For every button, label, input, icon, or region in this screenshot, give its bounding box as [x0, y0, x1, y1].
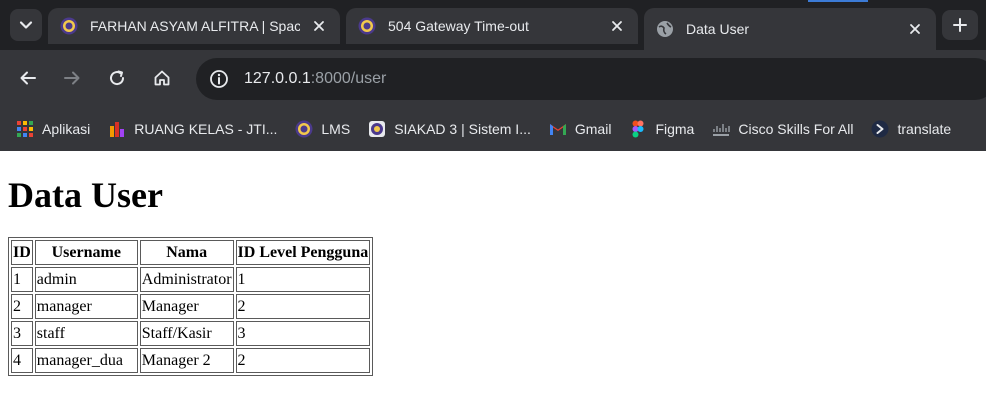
users-table: ID Username Nama ID Level Pengguna 1 adm…	[8, 236, 374, 376]
tab-title: FARHAN ASYAM ALFITRA | Spac	[90, 18, 300, 34]
bookmark-label: Gmail	[574, 120, 612, 137]
url-host: 127.0.0.1	[244, 70, 311, 87]
home-icon	[154, 70, 170, 86]
home-button[interactable]	[146, 62, 178, 94]
tab-strip: FARHAN ASYAM ALFITRA | Spac 504 Gateway …	[0, 0, 986, 50]
header-id-level: ID Level Pengguna	[235, 239, 371, 265]
reload-icon	[110, 70, 125, 86]
plus-icon	[953, 18, 967, 32]
table-row: 4 manager_dua Manager 2 2	[11, 347, 371, 373]
cell-username: manager_dua	[34, 347, 138, 373]
table-row: 1 admin Administrator 1	[11, 266, 371, 292]
university-seal-icon	[358, 17, 376, 35]
bookmark-label: SIAKAD 3 | Sistem I...	[394, 120, 531, 137]
bookmark-gmail[interactable]: Gmail	[549, 120, 612, 138]
bookmark-siakad[interactable]: SIAKAD 3 | Sistem I...	[368, 120, 531, 138]
table-row: 3 staff Staff/Kasir 3	[11, 320, 371, 346]
siakad-icon	[369, 120, 386, 137]
bookmark-label: Figma	[655, 120, 695, 137]
bookmark-label: translate	[897, 120, 952, 137]
cell-level: 2	[235, 347, 371, 373]
cell-nama: Staff/Kasir	[139, 320, 234, 346]
bookmark-label: LMS	[321, 120, 351, 137]
page-title: Data User	[8, 175, 163, 215]
cell-username: admin	[34, 266, 138, 292]
university-seal-icon	[295, 120, 313, 137]
tab-data-user[interactable]: Data User	[644, 8, 936, 50]
tab-title: 504 Gateway Time-out	[388, 18, 529, 34]
cell-nama: Administrator	[139, 266, 234, 292]
url-text[interactable]: 127.0.0.1:8000/user	[244, 70, 386, 88]
header-nama: Nama	[139, 239, 234, 265]
cell-username: staff	[34, 320, 138, 346]
reload-button[interactable]	[101, 62, 133, 94]
address-bar[interactable]: 127.0.0.1:8000/user	[196, 58, 986, 100]
header-id: ID	[11, 239, 33, 265]
tab-title: Data User	[686, 21, 750, 37]
cell-level: 2	[235, 293, 371, 319]
arrow-left-icon	[20, 71, 36, 85]
forward-button[interactable]	[56, 62, 88, 94]
university-seal-icon	[60, 17, 78, 35]
tab-search-button[interactable]	[10, 9, 42, 41]
bookmark-label: Aplikasi	[42, 120, 91, 137]
cell-id: 4	[11, 347, 33, 373]
browser-chrome: FARHAN ASYAM ALFITRA | Spac 504 Gateway …	[0, 0, 986, 151]
cisco-icon	[713, 123, 731, 136]
bookmark-lms[interactable]: LMS	[295, 120, 350, 138]
new-tab-button[interactable]	[942, 10, 978, 40]
bookmark-aplikasi[interactable]: Aplikasi	[16, 120, 90, 138]
bookmark-ruang-kelas[interactable]: RUANG KELAS - JTI...	[108, 120, 277, 138]
cell-nama: Manager 2	[139, 347, 234, 373]
gmail-icon	[549, 123, 566, 135]
cell-level: 3	[235, 320, 371, 346]
tab-504-gateway[interactable]: 504 Gateway Time-out	[346, 8, 638, 44]
ruang-kelas-icon	[110, 121, 125, 137]
site-info-icon[interactable]	[198, 58, 240, 100]
table-row: 2 manager Manager 2	[11, 293, 371, 319]
arrow-right-icon	[64, 71, 80, 85]
cell-id: 2	[11, 293, 33, 319]
back-button[interactable]	[12, 62, 44, 94]
bookmark-label: Cisco Skills For All	[738, 120, 854, 137]
tab-farhan[interactable]: FARHAN ASYAM ALFITRA | Spac	[48, 8, 340, 44]
toolbar: 127.0.0.1:8000/user	[0, 50, 986, 106]
close-icon[interactable]	[906, 20, 924, 38]
cell-id: 1	[11, 266, 33, 292]
translate-icon	[871, 120, 889, 137]
bookmark-figma[interactable]: Figma	[629, 120, 694, 138]
close-icon[interactable]	[608, 17, 626, 35]
cell-username: manager	[34, 293, 138, 319]
bookmark-cisco[interactable]: Cisco Skills For All	[712, 120, 853, 138]
globe-icon	[657, 21, 673, 37]
chevron-down-icon	[19, 21, 33, 29]
url-path: :8000/user	[310, 70, 387, 87]
table-header-row: ID Username Nama ID Level Pengguna	[11, 239, 371, 265]
cell-id: 3	[11, 320, 33, 346]
tab-strip-accent	[808, 0, 868, 2]
cell-level: 1	[235, 266, 371, 292]
apps-grid-icon	[17, 120, 33, 137]
page-content: Data User ID Username Nama ID Level Peng…	[0, 151, 986, 376]
cell-nama: Manager	[139, 293, 234, 319]
figma-icon	[632, 120, 644, 137]
bookmark-translate[interactable]: translate	[871, 120, 951, 138]
bookmarks-bar: Aplikasi RUANG KELAS - JTI... LMS SIAKAD…	[0, 106, 986, 151]
header-username: Username	[34, 239, 138, 265]
bookmark-label: RUANG KELAS - JTI...	[134, 120, 278, 137]
close-icon[interactable]	[310, 17, 328, 35]
